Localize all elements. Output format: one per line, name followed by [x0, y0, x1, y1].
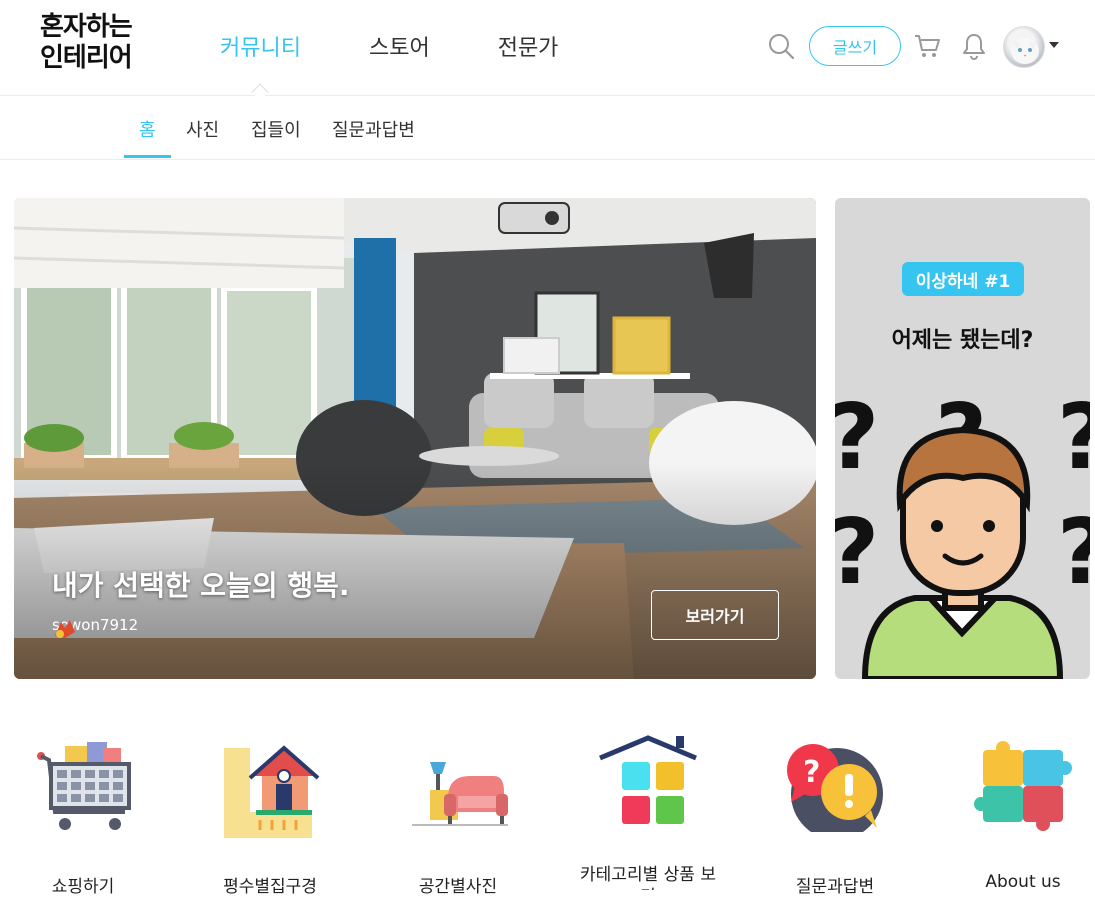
- main-nav: 커뮤니티 스토어 전문가: [220, 30, 626, 62]
- avatar[interactable]: [1003, 26, 1045, 68]
- house-ruler-icon: [224, 745, 320, 838]
- logo-line-2: 인테리어: [40, 43, 133, 73]
- confused-boy-illustration: ? ? ? ? ?: [835, 388, 1090, 679]
- svg-text:?: ?: [803, 755, 820, 790]
- tab-house-tours[interactable]: 집들이: [251, 116, 301, 142]
- chevron-down-icon[interactable]: [1049, 42, 1059, 48]
- svg-text:?: ?: [835, 388, 879, 490]
- category-label: 카테고리별 상품 보기: [580, 865, 716, 890]
- top-header: 혼자하는 인테리어 커뮤니티 스토어 전문가 글쓰기: [0, 0, 1095, 101]
- sub-nav: 홈 사진 집들이 질문과답변: [0, 96, 1095, 160]
- active-tab-underline: [124, 155, 171, 158]
- search-icon[interactable]: [767, 32, 795, 60]
- tab-photos[interactable]: 사진: [186, 116, 219, 142]
- puzzle-icon: [974, 741, 1072, 831]
- svg-text:?: ?: [835, 500, 879, 605]
- category-label: 공간별사진: [418, 877, 498, 897]
- nav-expert[interactable]: 전문가: [498, 30, 559, 62]
- hero-author[interactable]: sowon7912: [52, 616, 138, 638]
- svg-text:?: ?: [1057, 388, 1090, 490]
- hero-banner[interactable]: 내가 선택한 오늘의 행복. sowon7912 보러가기: [14, 198, 816, 679]
- user-profile-icon: [55, 620, 75, 638]
- side-badge: 이상하네 #1: [902, 262, 1024, 296]
- hero-title: 내가 선택한 오늘의 행복.: [52, 569, 350, 602]
- tab-home[interactable]: 홈: [139, 116, 156, 142]
- svg-text:?: ?: [1057, 500, 1090, 605]
- side-title: 어제는 됐는데?: [891, 328, 1034, 353]
- bell-icon[interactable]: [961, 32, 987, 60]
- logo[interactable]: 혼자하는 인테리어: [40, 12, 133, 74]
- logo-line-1: 혼자하는: [40, 12, 133, 42]
- question-bubble-icon: ?: [787, 744, 883, 832]
- category-shopping[interactable]: 쇼핑하기: [8, 732, 158, 897]
- category-products[interactable]: 카테고리별 상품 보기: [573, 732, 723, 890]
- category-label: 질문과답변: [795, 877, 875, 897]
- write-button[interactable]: 글쓰기: [809, 26, 901, 66]
- nav-community[interactable]: 커뮤니티: [220, 30, 301, 62]
- category-space-photos[interactable]: 공간별사진: [383, 732, 533, 897]
- shopping-cart-icon: [37, 742, 131, 830]
- category-pyeong[interactable]: 평수별집구경: [195, 732, 345, 897]
- category-label: 쇼핑하기: [51, 877, 115, 897]
- category-about-us[interactable]: About us: [948, 732, 1095, 892]
- living-room-icon: [412, 762, 508, 826]
- category-label: About us: [985, 872, 1061, 892]
- category-label: 평수별집구경: [223, 877, 317, 897]
- nav-store[interactable]: 스토어: [369, 30, 430, 62]
- side-banner[interactable]: 이상하네 #1 어제는 됐는데? ? ? ? ? ?: [835, 198, 1090, 679]
- cart-icon[interactable]: [913, 32, 941, 60]
- view-button[interactable]: 보러가기: [651, 590, 779, 640]
- category-house-icon: [599, 735, 697, 836]
- tab-qna[interactable]: 질문과답변: [332, 116, 415, 142]
- category-qna[interactable]: ? 질문과답변: [760, 732, 910, 897]
